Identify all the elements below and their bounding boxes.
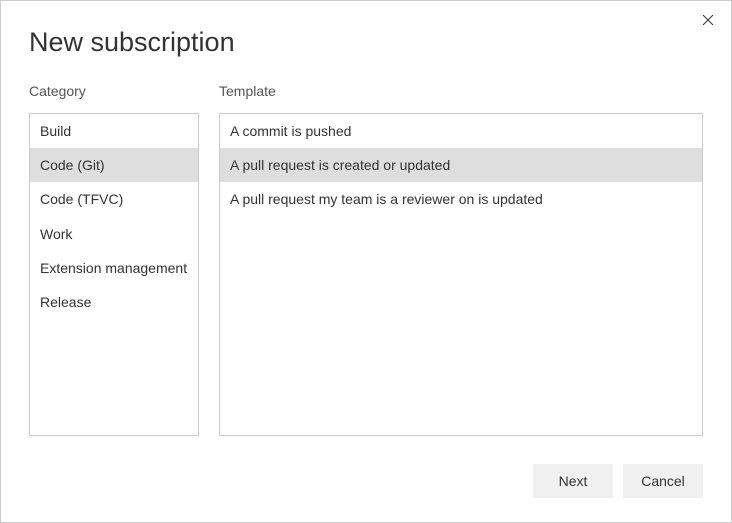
category-item-code-git[interactable]: Code (Git) — [30, 148, 198, 182]
cancel-button[interactable]: Cancel — [623, 464, 703, 498]
template-label: Template — [219, 83, 703, 99]
category-column: Category Build Code (Git) Code (TFVC) Wo… — [29, 83, 199, 436]
category-item-release[interactable]: Release — [30, 285, 198, 319]
category-item-work[interactable]: Work — [30, 217, 198, 251]
template-item-commit-pushed[interactable]: A commit is pushed — [220, 114, 702, 148]
template-list[interactable]: A commit is pushed A pull request is cre… — [219, 113, 703, 436]
template-item-pr-team-reviewer-updated[interactable]: A pull request my team is a reviewer on … — [220, 182, 702, 216]
template-item-pr-created-updated[interactable]: A pull request is created or updated — [220, 148, 702, 182]
new-subscription-dialog: New subscription Category Build Code (Gi… — [0, 0, 732, 523]
dialog-footer: Next Cancel — [533, 464, 703, 498]
next-button[interactable]: Next — [533, 464, 613, 498]
category-item-extension-management[interactable]: Extension management — [30, 251, 198, 285]
close-icon — [702, 14, 714, 26]
close-button[interactable] — [699, 11, 717, 29]
category-list[interactable]: Build Code (Git) Code (TFVC) Work Extens… — [29, 113, 199, 436]
template-column: Template A commit is pushed A pull reque… — [219, 83, 703, 436]
category-item-build[interactable]: Build — [30, 114, 198, 148]
dialog-title: New subscription — [29, 27, 235, 58]
dialog-content: Category Build Code (Git) Code (TFVC) Wo… — [29, 83, 703, 436]
category-item-code-tfvc[interactable]: Code (TFVC) — [30, 182, 198, 216]
category-label: Category — [29, 83, 199, 99]
